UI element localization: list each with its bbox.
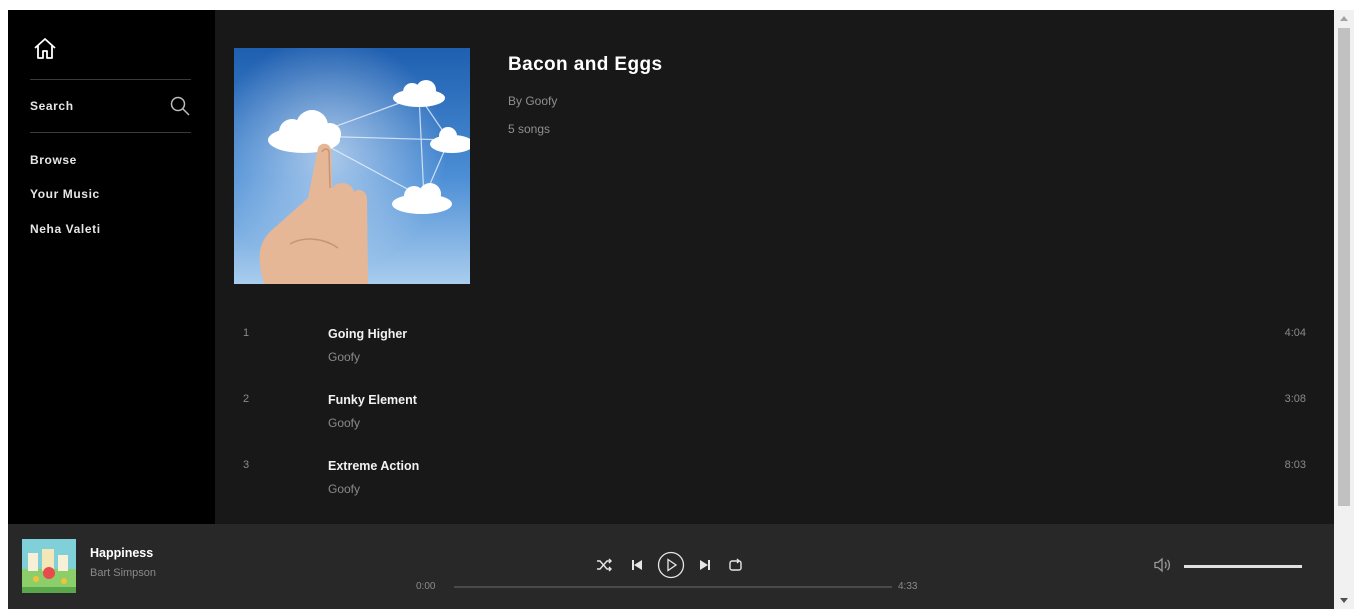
- track-duration: 3:08: [1284, 393, 1306, 405]
- repeat-icon[interactable]: [724, 550, 746, 580]
- album-cover: [234, 48, 470, 284]
- total-time: 4:33: [898, 581, 918, 592]
- search-icon[interactable]: [169, 95, 191, 117]
- track-artist: Goofy: [328, 350, 361, 364]
- song-count: 5 songs: [508, 122, 551, 136]
- sidebar-item-profile[interactable]: Neha Valeti: [30, 222, 101, 236]
- track-title: Extreme Action: [328, 459, 420, 473]
- track-row[interactable]: 2 Funky Element Goofy 3:08: [215, 388, 1334, 454]
- track-title: Going Higher: [328, 327, 408, 341]
- now-playing-cover: [22, 539, 76, 593]
- previous-icon[interactable]: [626, 550, 648, 580]
- now-playing-artist[interactable]: Bart Simpson: [90, 567, 156, 579]
- scrollbar[interactable]: [1334, 10, 1354, 609]
- track-duration: 4:04: [1284, 327, 1306, 339]
- volume-fill: [1184, 565, 1302, 568]
- elapsed-time: 0:00: [416, 581, 436, 592]
- track-row[interactable]: 1 Going Higher Goofy 4:04: [215, 322, 1334, 388]
- play-icon[interactable]: [656, 550, 686, 580]
- search-field[interactable]: Search: [30, 92, 191, 122]
- track-number: 2: [243, 393, 250, 405]
- shuffle-icon[interactable]: [592, 550, 616, 580]
- album-title: Bacon and Eggs: [508, 54, 663, 75]
- sidebar-divider: [30, 79, 191, 80]
- volume-icon[interactable]: [1152, 555, 1172, 575]
- track-row[interactable]: 3 Extreme Action Goofy 8:03: [215, 454, 1334, 520]
- home-icon[interactable]: [32, 36, 58, 62]
- track-artist: Goofy: [328, 482, 361, 496]
- album-view: Bacon and Eggs By Goofy 5 songs 1 Going …: [215, 10, 1334, 524]
- scrollbar-thumb[interactable]: [1338, 28, 1350, 506]
- progress-bar[interactable]: [454, 586, 892, 588]
- track-number: 3: [243, 459, 250, 471]
- sidebar-item-your-music[interactable]: Your Music: [30, 187, 100, 201]
- volume-slider[interactable]: [1184, 565, 1302, 568]
- track-number: 1: [243, 327, 250, 339]
- now-playing-title[interactable]: Happiness: [90, 546, 153, 560]
- track-artist: Goofy: [328, 416, 361, 430]
- sidebar: Search Browse Your Music Neha Valeti: [8, 10, 215, 524]
- album-artist[interactable]: By Goofy: [508, 94, 557, 108]
- sidebar-divider: [30, 132, 191, 133]
- player-bar: Happiness Bart Simpson 0:00 4:33: [8, 524, 1334, 609]
- sidebar-item-browse[interactable]: Browse: [30, 153, 77, 167]
- track-title: Funky Element: [328, 393, 417, 407]
- next-icon[interactable]: [694, 550, 716, 580]
- scroll-down-arrow-icon[interactable]: [1334, 593, 1354, 609]
- search-label: Search: [30, 99, 74, 113]
- track-duration: 8:03: [1284, 459, 1306, 471]
- playback-controls: [592, 550, 752, 580]
- music-app: Search Browse Your Music Neha Valeti Bac…: [8, 10, 1334, 609]
- scroll-up-arrow-icon[interactable]: [1334, 10, 1354, 26]
